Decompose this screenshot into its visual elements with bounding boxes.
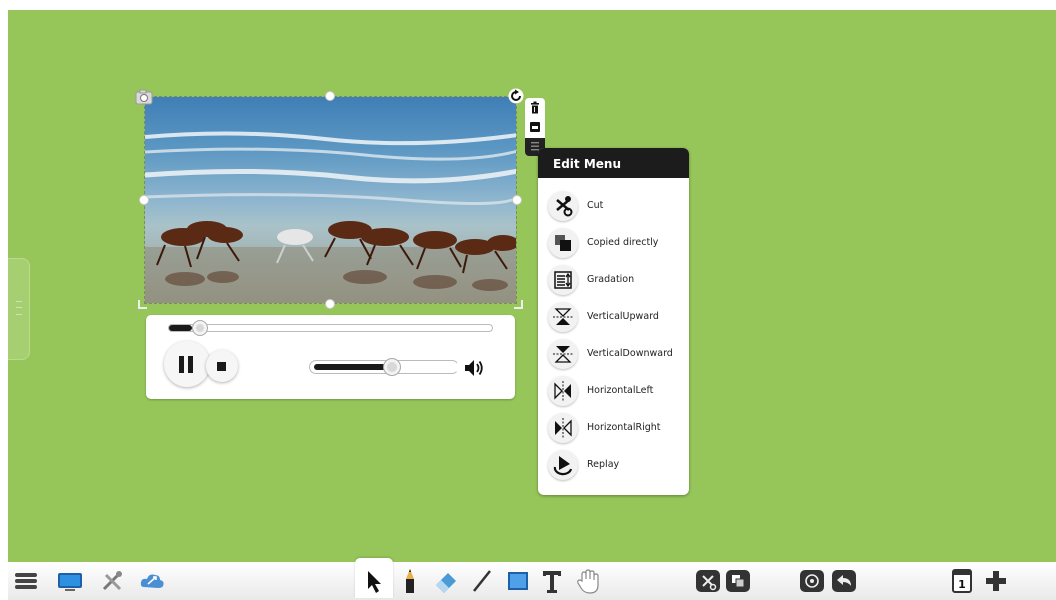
text-icon[interactable] (538, 567, 566, 595)
menu-item-label: Cut (587, 200, 604, 211)
menu-item-vertical-downward[interactable]: VerticalDownward (538, 337, 689, 371)
grip-icon (16, 301, 22, 315)
volume-handle[interactable] (383, 358, 401, 376)
media-player-controls (146, 315, 515, 399)
resize-corner-bottom-right[interactable] (514, 300, 523, 309)
copy-icon (548, 228, 578, 258)
cut-icon[interactable] (694, 567, 722, 595)
hand-icon[interactable] (574, 567, 602, 595)
menu-item-label: Copied directly (587, 237, 659, 248)
select-arrow-icon[interactable] (360, 567, 388, 595)
stop-button[interactable] (206, 350, 238, 382)
display-icon[interactable] (56, 567, 84, 595)
flip-vertical-up-icon (548, 302, 578, 332)
copy-icon[interactable] (724, 567, 752, 595)
menu-item-label: HorizontalLeft (587, 385, 654, 396)
properties-icon[interactable] (528, 120, 542, 134)
eraser-icon[interactable] (432, 567, 460, 595)
menu-item-label: Replay (587, 459, 620, 470)
menu-item-cut[interactable]: Cut (538, 189, 689, 223)
cloud-icon[interactable] (138, 567, 166, 595)
resize-corner-bottom-left[interactable] (138, 300, 147, 309)
camera-icon[interactable] (135, 89, 153, 105)
seek-bar-fill (169, 325, 192, 331)
side-drawer-tab[interactable] (8, 258, 30, 360)
menu-item-gradation[interactable]: Gradation (538, 263, 689, 297)
line-icon[interactable] (468, 567, 496, 595)
menu-item-vertical-upward[interactable]: VerticalUpward (538, 300, 689, 334)
rotate-icon[interactable] (508, 88, 524, 104)
resize-handle-top[interactable] (325, 91, 335, 101)
tools-icon[interactable] (98, 567, 126, 595)
flip-vertical-down-icon (548, 339, 578, 369)
seek-handle[interactable] (192, 320, 208, 336)
menu-item-label: Gradation (587, 274, 635, 285)
menu-item-replay[interactable]: Replay (538, 448, 689, 482)
menu-icon[interactable] (12, 567, 40, 595)
menu-item-horizontal-left[interactable]: HorizontalLeft (538, 374, 689, 408)
page-number: 1 (958, 578, 966, 591)
resize-handle-right[interactable] (512, 195, 522, 205)
add-page-icon[interactable] (982, 567, 1010, 595)
menu-item-label: HorizontalRight (587, 422, 661, 433)
pencil-icon[interactable] (396, 567, 424, 595)
replay-icon (548, 450, 578, 480)
resize-handle-bottom[interactable] (325, 299, 335, 309)
volume-slider[interactable] (309, 358, 459, 376)
pause-button[interactable] (164, 341, 210, 387)
seek-bar[interactable] (168, 320, 493, 336)
video-object[interactable] (144, 96, 517, 304)
menu-item-horizontal-right[interactable]: HorizontalRight (538, 411, 689, 445)
flip-horizontal-left-icon (548, 376, 578, 406)
video-frame-image (145, 97, 516, 303)
scissors-icon (548, 191, 578, 221)
edit-menu-title: Edit Menu (538, 148, 689, 178)
roam-icon[interactable] (798, 567, 826, 595)
volume-slider-fill (314, 364, 391, 370)
flip-horizontal-right-icon (548, 413, 578, 443)
rectangle-icon[interactable] (504, 567, 532, 595)
undo-icon[interactable] (830, 567, 858, 595)
resize-handle-left[interactable] (139, 195, 149, 205)
speaker-icon (465, 360, 483, 376)
edit-menu: Edit Menu Cut Copied directly Gradation … (538, 148, 689, 495)
page-icon[interactable]: 1 (948, 567, 976, 595)
layer-order-icon (548, 265, 578, 295)
delete-icon[interactable] (528, 101, 542, 115)
volume-button[interactable] (456, 353, 490, 383)
menu-item-label: VerticalUpward (587, 311, 659, 322)
menu-item-copied-directly[interactable]: Copied directly (538, 226, 689, 260)
bottom-toolbar: 1 (8, 558, 1056, 600)
menu-item-label: VerticalDownward (587, 348, 673, 359)
